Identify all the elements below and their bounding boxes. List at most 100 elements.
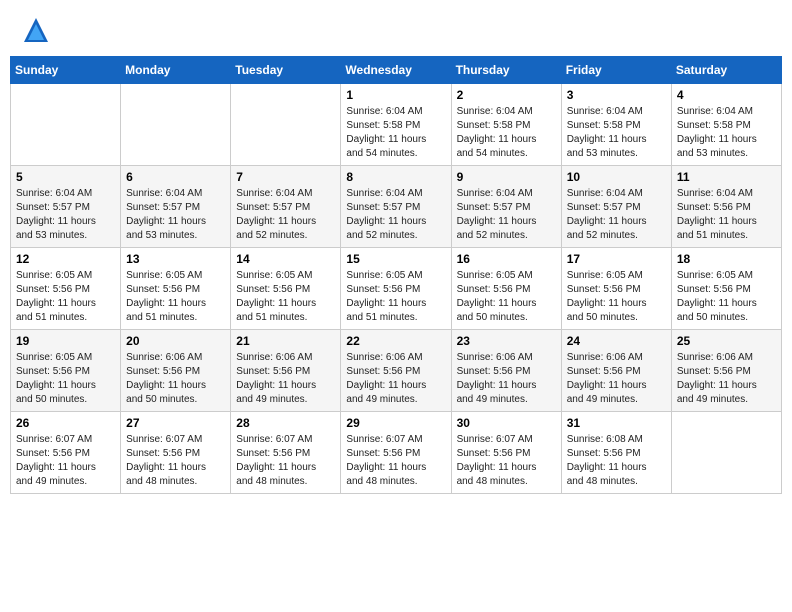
calendar-cell: 13 Sunrise: 6:05 AM Sunset: 5:56 PM Dayli…: [121, 248, 231, 330]
day-info: Sunrise: 6:04 AM Sunset: 5:58 PM Dayligh…: [677, 105, 776, 161]
day-info: Sunrise: 6:05 AM Sunset: 5:56 PM Dayligh…: [126, 269, 225, 325]
calendar-week-row: 12 Sunrise: 6:05 AM Sunset: 5:56 PM Dayli…: [11, 248, 782, 330]
day-info: Sunrise: 6:06 AM Sunset: 5:56 PM Dayligh…: [677, 351, 776, 407]
calendar-cell: 17 Sunrise: 6:05 AM Sunset: 5:56 PM Dayli…: [561, 248, 671, 330]
day-info: Sunrise: 6:07 AM Sunset: 5:56 PM Dayligh…: [16, 433, 115, 489]
calendar-week-row: 19Sunrise: 6:05 AM Sunset: 5:56 PM Dayli…: [11, 330, 782, 412]
calendar-cell: 27 Sunrise: 6:07 AM Sunset: 5:56 PM Dayli…: [121, 412, 231, 494]
calendar-cell: 20 Sunrise: 6:06 AM Sunset: 5:56 PM Dayli…: [121, 330, 231, 412]
calendar-cell: 25 Sunrise: 6:06 AM Sunset: 5:56 PM Dayli…: [671, 330, 781, 412]
day-info: Sunrise: 6:08 AM Sunset: 5:56 PM Dayligh…: [567, 433, 666, 489]
calendar-week-row: 26 Sunrise: 6:07 AM Sunset: 5:56 PM Dayli…: [11, 412, 782, 494]
calendar-cell: 28 Sunrise: 6:07 AM Sunset: 5:56 PM Dayli…: [231, 412, 341, 494]
day-info: Sunrise: 6:05 AM Sunset: 5:56 PM Dayligh…: [457, 269, 556, 325]
calendar-cell: 3 Sunrise: 6:04 AM Sunset: 5:58 PM Daylig…: [561, 84, 671, 166]
day-info: Sunrise: 6:04 AM Sunset: 5:57 PM Dayligh…: [126, 187, 225, 243]
day-number: 25: [677, 334, 776, 348]
day-number: 16: [457, 252, 556, 266]
day-info: Sunrise: 6:06 AM Sunset: 5:56 PM Dayligh…: [126, 351, 225, 407]
day-number: 3: [567, 88, 666, 102]
day-number: 6: [126, 170, 225, 184]
calendar-header-row: SundayMondayTuesdayWednesdayThursdayFrid…: [11, 57, 782, 84]
calendar-week-row: 5Sunrise: 6:04 AM Sunset: 5:57 PM Daylig…: [11, 166, 782, 248]
day-info: Sunrise: 6:07 AM Sunset: 5:56 PM Dayligh…: [346, 433, 445, 489]
calendar-cell: 31 Sunrise: 6:08 AM Sunset: 5:56 PM Dayli…: [561, 412, 671, 494]
calendar-header-tuesday: Tuesday: [231, 57, 341, 84]
day-info: Sunrise: 6:07 AM Sunset: 5:56 PM Dayligh…: [236, 433, 335, 489]
calendar-cell: 29 Sunrise: 6:07 AM Sunset: 5:56 PM Dayli…: [341, 412, 451, 494]
day-number: 2: [457, 88, 556, 102]
calendar-cell: [671, 412, 781, 494]
day-number: 10: [567, 170, 666, 184]
day-number: 20: [126, 334, 225, 348]
day-info: Sunrise: 6:04 AM Sunset: 5:57 PM Dayligh…: [236, 187, 335, 243]
calendar-week-row: 1 Sunrise: 6:04 AM Sunset: 5:58 PM Daylig…: [11, 84, 782, 166]
day-number: 15: [346, 252, 445, 266]
calendar-header-monday: Monday: [121, 57, 231, 84]
calendar-header-friday: Friday: [561, 57, 671, 84]
calendar-cell: 18Sunrise: 6:05 AM Sunset: 5:56 PM Dayli…: [671, 248, 781, 330]
calendar-header-sunday: Sunday: [11, 57, 121, 84]
calendar-cell: 14 Sunrise: 6:05 AM Sunset: 5:56 PM Dayli…: [231, 248, 341, 330]
day-number: 13: [126, 252, 225, 266]
day-info: Sunrise: 6:04 AM Sunset: 5:58 PM Dayligh…: [457, 105, 556, 161]
day-info: Sunrise: 6:04 AM Sunset: 5:58 PM Dayligh…: [346, 105, 445, 161]
day-info: Sunrise: 6:06 AM Sunset: 5:56 PM Dayligh…: [567, 351, 666, 407]
day-number: 19: [16, 334, 115, 348]
day-number: 4: [677, 88, 776, 102]
calendar-header-thursday: Thursday: [451, 57, 561, 84]
day-info: Sunrise: 6:05 AM Sunset: 5:56 PM Dayligh…: [346, 269, 445, 325]
calendar-cell: 1 Sunrise: 6:04 AM Sunset: 5:58 PM Daylig…: [341, 84, 451, 166]
day-number: 11: [677, 170, 776, 184]
day-number: 27: [126, 416, 225, 430]
day-number: 21: [236, 334, 335, 348]
calendar-cell: 10 Sunrise: 6:04 AM Sunset: 5:57 PM Dayli…: [561, 166, 671, 248]
day-info: Sunrise: 6:04 AM Sunset: 5:56 PM Dayligh…: [677, 187, 776, 243]
day-info: Sunrise: 6:05 AM Sunset: 5:56 PM Dayligh…: [16, 269, 115, 325]
day-info: Sunrise: 6:06 AM Sunset: 5:56 PM Dayligh…: [236, 351, 335, 407]
day-info: Sunrise: 6:04 AM Sunset: 5:57 PM Dayligh…: [346, 187, 445, 243]
day-number: 24: [567, 334, 666, 348]
day-info: Sunrise: 6:04 AM Sunset: 5:57 PM Dayligh…: [567, 187, 666, 243]
day-info: Sunrise: 6:07 AM Sunset: 5:56 PM Dayligh…: [126, 433, 225, 489]
day-info: Sunrise: 6:06 AM Sunset: 5:56 PM Dayligh…: [457, 351, 556, 407]
calendar-cell: 16 Sunrise: 6:05 AM Sunset: 5:56 PM Dayli…: [451, 248, 561, 330]
calendar-cell: 24 Sunrise: 6:06 AM Sunset: 5:56 PM Dayli…: [561, 330, 671, 412]
page-header: [10, 10, 782, 48]
calendar-cell: 11 Sunrise: 6:04 AM Sunset: 5:56 PM Dayli…: [671, 166, 781, 248]
day-number: 17: [567, 252, 666, 266]
calendar-header-wednesday: Wednesday: [341, 57, 451, 84]
calendar-cell: [121, 84, 231, 166]
day-number: 29: [346, 416, 445, 430]
calendar-cell: 15 Sunrise: 6:05 AM Sunset: 5:56 PM Dayli…: [341, 248, 451, 330]
day-number: 23: [457, 334, 556, 348]
calendar-cell: 19Sunrise: 6:05 AM Sunset: 5:56 PM Dayli…: [11, 330, 121, 412]
day-number: 31: [567, 416, 666, 430]
day-number: 22: [346, 334, 445, 348]
day-info: Sunrise: 6:05 AM Sunset: 5:56 PM Dayligh…: [567, 269, 666, 325]
day-info: Sunrise: 6:04 AM Sunset: 5:57 PM Dayligh…: [16, 187, 115, 243]
day-number: 26: [16, 416, 115, 430]
calendar-cell: 26 Sunrise: 6:07 AM Sunset: 5:56 PM Dayli…: [11, 412, 121, 494]
calendar-cell: 5Sunrise: 6:04 AM Sunset: 5:57 PM Daylig…: [11, 166, 121, 248]
logo-icon: [22, 16, 50, 44]
day-number: 12: [16, 252, 115, 266]
calendar-cell: 6 Sunrise: 6:04 AM Sunset: 5:57 PM Daylig…: [121, 166, 231, 248]
day-number: 30: [457, 416, 556, 430]
calendar-cell: 12 Sunrise: 6:05 AM Sunset: 5:56 PM Dayli…: [11, 248, 121, 330]
day-number: 18: [677, 252, 776, 266]
logo: [18, 14, 50, 44]
calendar-cell: 9Sunrise: 6:04 AM Sunset: 5:57 PM Daylig…: [451, 166, 561, 248]
calendar-cell: 30Sunrise: 6:07 AM Sunset: 5:56 PM Dayli…: [451, 412, 561, 494]
calendar-cell: 21 Sunrise: 6:06 AM Sunset: 5:56 PM Dayli…: [231, 330, 341, 412]
calendar-cell: 2 Sunrise: 6:04 AM Sunset: 5:58 PM Daylig…: [451, 84, 561, 166]
day-number: 14: [236, 252, 335, 266]
day-number: 28: [236, 416, 335, 430]
calendar-cell: 4 Sunrise: 6:04 AM Sunset: 5:58 PM Daylig…: [671, 84, 781, 166]
day-info: Sunrise: 6:05 AM Sunset: 5:56 PM Dayligh…: [236, 269, 335, 325]
day-number: 1: [346, 88, 445, 102]
calendar-cell: 23 Sunrise: 6:06 AM Sunset: 5:56 PM Dayli…: [451, 330, 561, 412]
day-info: Sunrise: 6:06 AM Sunset: 5:56 PM Dayligh…: [346, 351, 445, 407]
day-info: Sunrise: 6:04 AM Sunset: 5:58 PM Dayligh…: [567, 105, 666, 161]
day-number: 8: [346, 170, 445, 184]
